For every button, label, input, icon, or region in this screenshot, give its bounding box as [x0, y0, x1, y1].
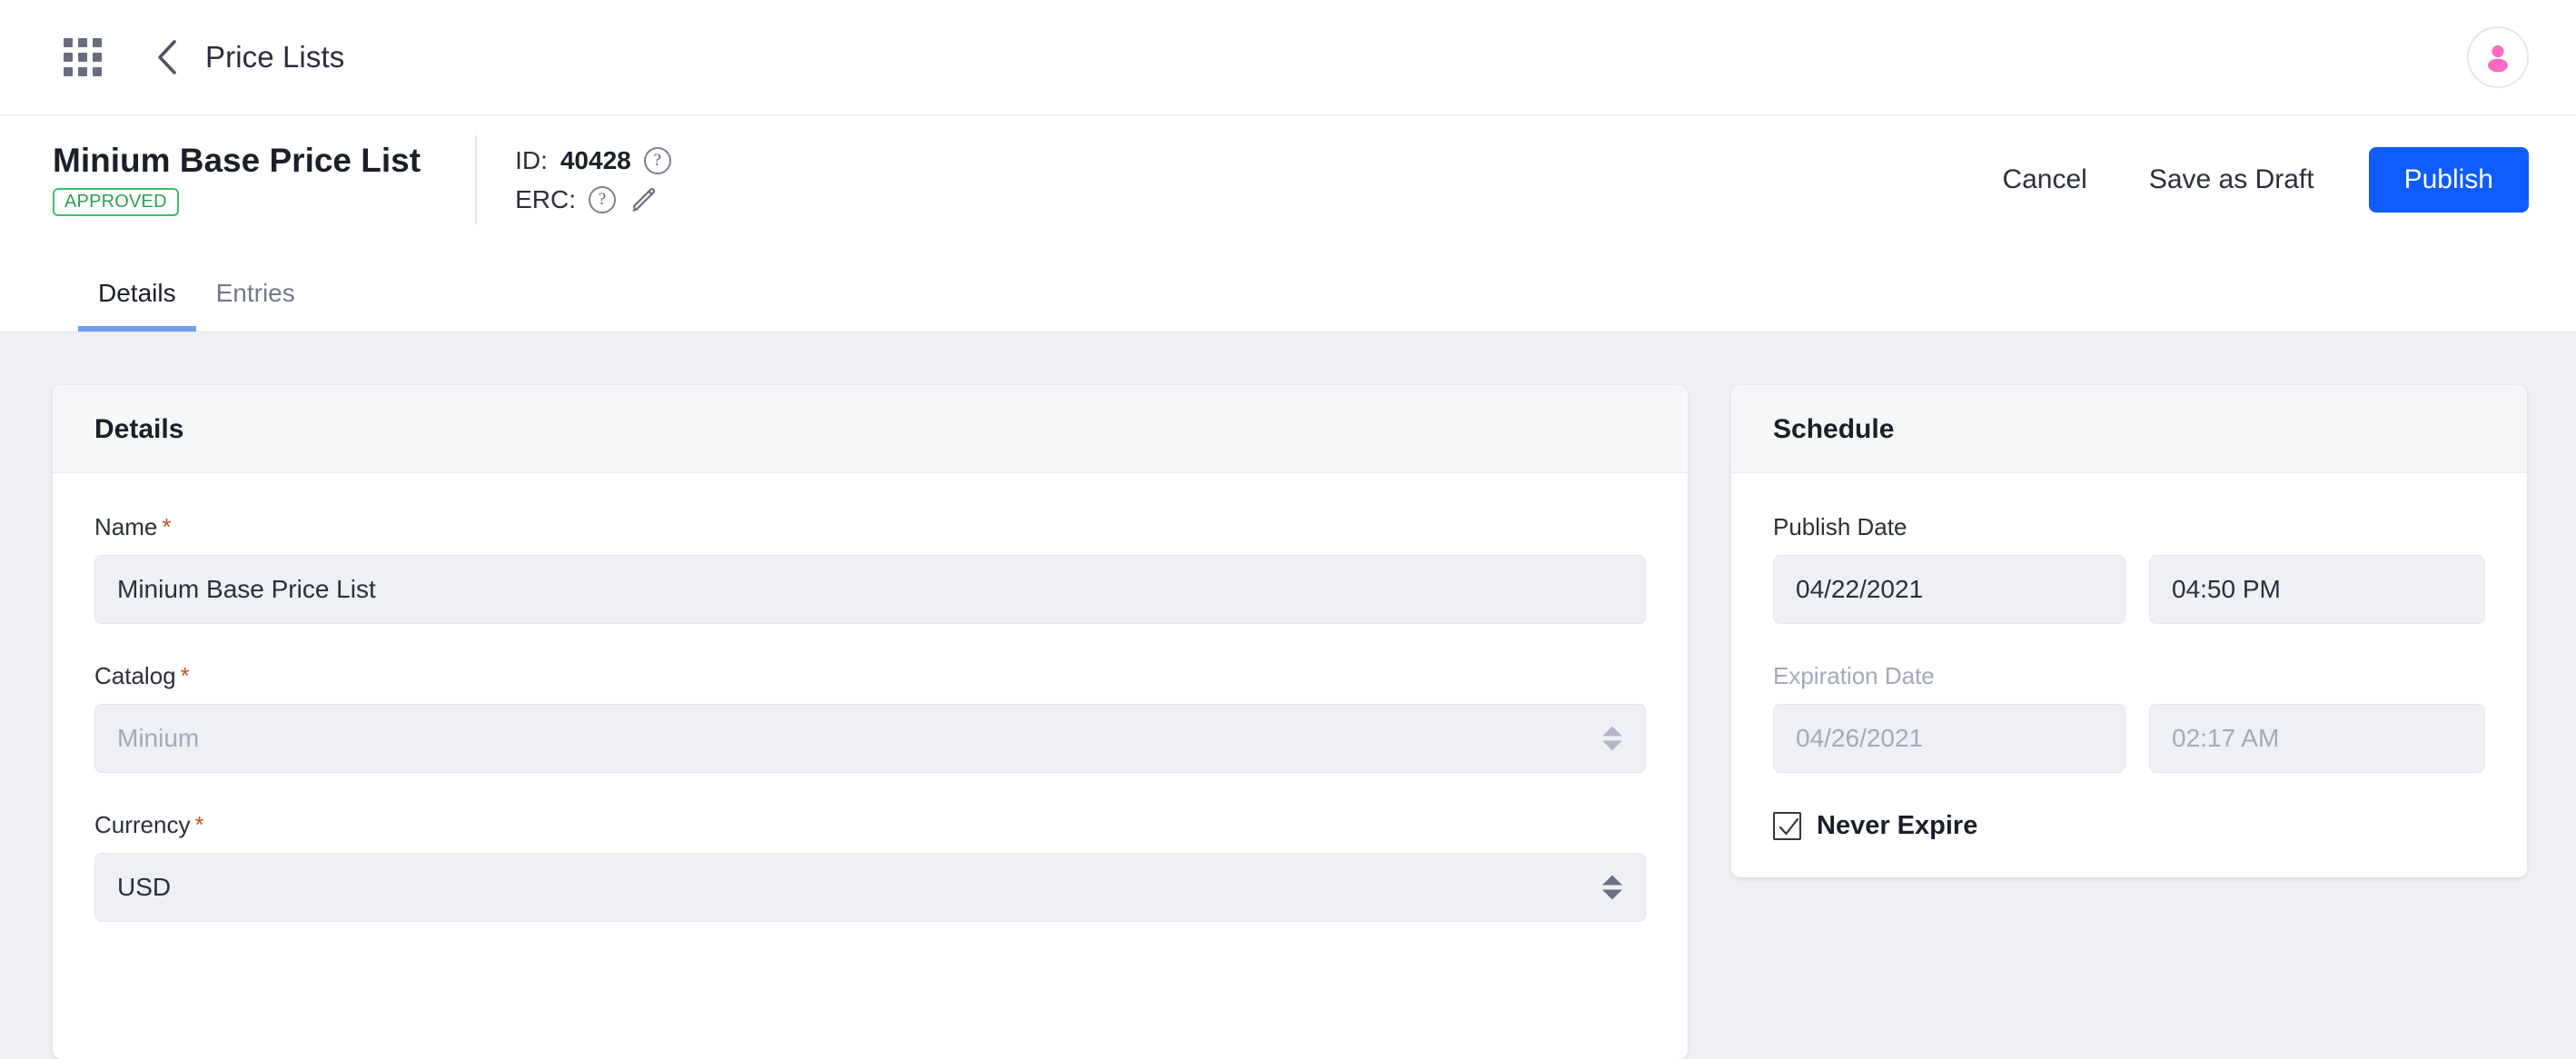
entity-title-block: Minium Base Price List APPROVED — [53, 141, 421, 217]
top-navigation-bar: Price Lists — [0, 0, 2576, 115]
page-title: Minium Base Price List — [53, 141, 421, 179]
publish-date-row — [1773, 555, 2485, 624]
expiration-time-input — [2149, 704, 2485, 773]
breadcrumb-title: Price Lists — [205, 40, 345, 74]
publish-date-input[interactable] — [1773, 555, 2125, 624]
details-card: Details Name* Catalog* — [53, 385, 1688, 1059]
entity-erc-label: ERC: — [515, 185, 576, 213]
tab-entries[interactable]: Entries — [196, 279, 315, 332]
status-badge: APPROVED — [53, 188, 179, 217]
page-content: Details Name* Catalog* — [0, 332, 2576, 1059]
field-expiration-date: Expiration Date — [1773, 662, 2485, 773]
field-catalog: Catalog * — [94, 662, 1646, 773]
schedule-card-body: Publish Date Expiration Date — [1731, 473, 2527, 877]
details-card-title: Details — [94, 414, 184, 444]
catalog-label-text: Catalog — [94, 662, 176, 689]
name-label: Name * — [94, 513, 1646, 541]
checkmark-icon — [1778, 817, 1799, 836]
catalog-label: Catalog * — [94, 662, 1646, 690]
entity-id-value: 40428 — [560, 146, 631, 174]
name-label-text: Name — [94, 513, 158, 540]
publish-button[interactable]: Publish — [2368, 147, 2529, 213]
field-publish-date: Publish Date — [1773, 513, 2485, 624]
header-divider — [475, 135, 478, 224]
cancel-button[interactable]: Cancel — [1971, 150, 2117, 210]
expiration-date-label: Expiration Date — [1773, 662, 1935, 689]
currency-label: Currency * — [94, 811, 1646, 839]
expiration-date-input — [1773, 704, 2125, 773]
grid-apps-icon[interactable] — [64, 38, 102, 76]
publish-time-input[interactable] — [2149, 555, 2485, 624]
entity-header: Minium Base Price List APPROVED ID: 4042… — [0, 115, 2576, 244]
avatar[interactable] — [2467, 26, 2529, 88]
entity-meta-block: ID: 40428 ? ERC: ? — [515, 144, 671, 215]
never-expire-checkbox[interactable]: Never Expire — [1773, 811, 2485, 841]
schedule-card-header: Schedule — [1731, 385, 2527, 473]
entity-id-row: ID: 40428 ? — [515, 146, 671, 175]
required-asterisk: * — [162, 513, 172, 540]
schedule-card-title: Schedule — [1773, 414, 1895, 444]
checkbox-box[interactable] — [1773, 812, 1801, 840]
schedule-card: Schedule Publish Date Expiration Date — [1731, 385, 2527, 877]
pencil-edit-icon[interactable] — [629, 184, 659, 215]
erc-help-icon[interactable]: ? — [588, 186, 616, 213]
tab-bar: Details Entries — [0, 244, 2576, 332]
back-button[interactable] — [149, 35, 185, 79]
details-card-header: Details — [53, 385, 1688, 473]
never-expire-label: Never Expire — [1817, 811, 1978, 840]
currency-select[interactable] — [94, 853, 1646, 922]
entity-id-label: ID: — [515, 146, 548, 174]
currency-input[interactable] — [94, 853, 1646, 922]
required-asterisk: * — [180, 662, 190, 689]
chevron-left-icon — [158, 40, 176, 74]
required-asterisk: * — [194, 811, 204, 838]
expiration-date-row — [1773, 704, 2485, 773]
id-help-icon[interactable]: ? — [643, 147, 671, 174]
save-as-draft-button[interactable]: Save as Draft — [2118, 150, 2345, 210]
entity-erc-row: ERC: ? — [515, 184, 671, 215]
currency-label-text: Currency — [94, 811, 191, 838]
field-name: Name * — [94, 513, 1646, 624]
user-avatar-icon — [2488, 45, 2508, 73]
catalog-input — [94, 704, 1646, 773]
field-currency: Currency * — [94, 811, 1646, 922]
catalog-select[interactable] — [94, 704, 1646, 773]
name-input[interactable] — [94, 555, 1646, 624]
details-card-body: Name* Catalog* Currency* — [53, 473, 1688, 958]
publish-date-label: Publish Date — [1773, 513, 1907, 540]
header-actions: Cancel Save as Draft Publish — [1971, 147, 2529, 213]
tab-details[interactable]: Details — [78, 279, 196, 332]
